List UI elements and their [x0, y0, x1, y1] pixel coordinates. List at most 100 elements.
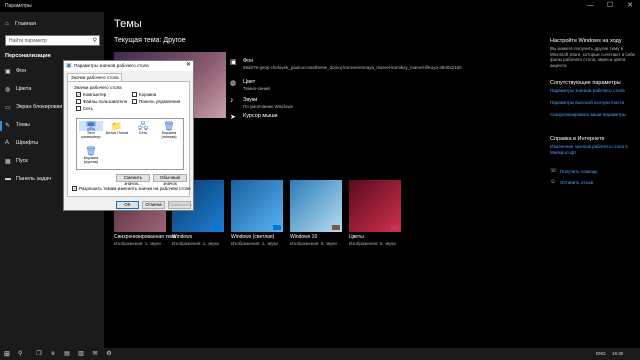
theme-tile-name: Windows 10: [290, 234, 318, 240]
minimize-button[interactable]: —: [580, 0, 600, 12]
link-sync-settings[interactable]: Синхронизировать ваши параметры: [550, 112, 636, 118]
sidebar-item-label: Пуск: [16, 158, 28, 164]
close-button[interactable]: ✕: [620, 0, 640, 12]
sidebar-item-label: Цвета: [16, 86, 32, 92]
network-icon: 🖧: [137, 121, 149, 131]
desktop-icons-dialog: ▣ Параметры значков рабочего стола ✕ Зна…: [63, 60, 194, 211]
theme-accent-swatch: [214, 225, 222, 230]
sidebar-section-title: Персонализация: [5, 53, 51, 59]
page-title: Темы: [114, 18, 142, 30]
tab-desktop-icons[interactable]: Значки рабочего стола: [67, 73, 122, 81]
cancel-button[interactable]: Отмена: [142, 201, 165, 209]
sidebar-home[interactable]: ⌂ Главная: [5, 20, 100, 30]
dialog-titlebar: ▣ Параметры значков рабочего стола ✕: [64, 61, 193, 71]
language-indicator[interactable]: ENG: [596, 351, 606, 356]
settings-icon[interactable]: ⚙: [104, 349, 114, 359]
theme-tile-sub: Изображения: 6, звуки: [349, 241, 396, 246]
theme-tile-name: Синхронизированная тема: [114, 234, 177, 240]
icon-recycle-bin-full[interactable]: 🗑 Корзина (полная): [157, 121, 181, 145]
checkbox-box[interactable]: ✓: [76, 92, 81, 97]
icon-user-folder[interactable]: 📁 Антон Попов: [105, 121, 129, 145]
link-desktop-icon-settings[interactable]: Параметры значков рабочего стола: [550, 88, 636, 94]
lock-screen-icon: ▭: [5, 105, 11, 111]
brush-icon: ✎: [5, 123, 11, 129]
computer-icon: 🖥: [79, 121, 103, 131]
checkbox-box[interactable]: ✓: [72, 186, 77, 191]
theme-prop-cursor[interactable]: ➤ Курсор мыши: [230, 113, 490, 135]
desktop-icon: ▣: [66, 63, 72, 69]
search-input[interactable]: Найти параметр ⚲: [5, 35, 100, 46]
prop-value: По умолчанию Windows: [243, 104, 293, 109]
sync-text: Вы можете получить другие тему в Microso…: [550, 46, 636, 68]
get-help-label: Получить помощь: [560, 169, 598, 174]
edge-icon[interactable]: e: [48, 349, 58, 359]
recycle-bin-icon: 🗑: [85, 146, 97, 156]
prop-title: Звуки: [243, 97, 258, 103]
image-icon: ▣: [230, 59, 237, 66]
prop-value: Темно-синий: [243, 86, 270, 91]
checkbox-label: Корзина: [139, 92, 157, 97]
sidebar-item-label: Фон: [16, 68, 27, 74]
sidebar-item-label: Панель задач: [16, 176, 52, 182]
checkbox-label: Файлы пользователя: [83, 99, 128, 104]
cursor-icon: ➤: [230, 114, 236, 121]
sidebar-item-label: Шрифты: [16, 140, 39, 146]
icon-network[interactable]: 🖧 Сеть: [131, 121, 155, 145]
link-high-contrast[interactable]: Параметры высокой контрастности: [550, 100, 636, 106]
theme-tile-name: Цветы: [349, 234, 364, 240]
start-icon: ▦: [5, 159, 11, 165]
font-icon: A: [5, 140, 10, 146]
prop-title: Фон: [243, 58, 254, 64]
checkbox-box[interactable]: [76, 99, 81, 104]
help-title: Справка в Интернете: [550, 136, 605, 142]
dialog-pane: Значки рабочего стола ✓ Компьютер Корзин…: [67, 81, 191, 197]
related-params-title: Сопутствующие параметры: [550, 80, 621, 86]
theme-tile-windows-light[interactable]: Windows (светлая) Изображения: 1, звуки: [231, 180, 283, 246]
image-icon: ▣: [5, 69, 11, 75]
store-icon[interactable]: ▥: [76, 349, 86, 359]
explorer-icon[interactable]: ▤: [62, 349, 72, 359]
clock[interactable]: 16:30: [612, 351, 623, 356]
sync-title: Настройте Windows на ходу: [550, 38, 622, 44]
link-help-desktop-icons[interactable]: Изменение значков рабочего стола в Майкр…: [550, 144, 636, 155]
theme-accent-swatch: [391, 225, 399, 230]
mail-icon[interactable]: ✉: [90, 349, 100, 359]
icon-recycle-bin-empty[interactable]: 🗑 Корзина (пустая): [79, 146, 103, 170]
maximize-button[interactable]: ☐: [600, 0, 620, 12]
icon-this-pc[interactable]: 🖥 Этот компьютер: [79, 121, 103, 145]
theme-tile-sub: Изображения: 1, звуки: [172, 241, 219, 246]
window-titlebar: Параметры — ☐ ✕: [0, 0, 640, 12]
checkbox-box[interactable]: [76, 106, 81, 111]
search-icon[interactable]: ⚲: [93, 37, 97, 44]
apply-button[interactable]: Применить: [168, 201, 192, 209]
palette-icon: ◍: [5, 87, 11, 93]
search-placeholder: Найти параметр: [9, 38, 47, 44]
icons-list: 🖥 Этот компьютер 📁 Антон Попов 🖧 Сеть 🗑 …: [76, 118, 184, 170]
sidebar-item-label: Темы: [16, 122, 30, 128]
prop-title: Цвет: [243, 79, 256, 85]
folder-icon: 📁: [111, 121, 123, 131]
theme-tile-sub: Изображения: 1, звуки: [231, 241, 278, 246]
checkbox-label: Панель управления: [139, 99, 181, 104]
sound-icon: ♪: [230, 97, 234, 104]
home-icon: ⌂: [5, 21, 9, 27]
sidebar-item-label: Экран блокировки: [16, 104, 63, 110]
checkbox-box[interactable]: [132, 99, 137, 104]
restore-default-button[interactable]: Обычный значок: [153, 174, 187, 186]
current-theme-heading: Текущая тема: Другое: [114, 37, 186, 44]
ok-button[interactable]: OK: [116, 201, 139, 209]
icon-label: Этот компьютер: [81, 131, 101, 139]
search-icon[interactable]: ⚲: [18, 350, 22, 357]
theme-tile-windows10[interactable]: Windows 10 Изображения: 5, звуки: [290, 180, 342, 246]
theme-tile-sub: Изображения: 5, звуки: [290, 241, 337, 246]
theme-tile-flowers[interactable]: Цветы Изображения: 6, звуки: [349, 180, 401, 246]
windows-start-icon[interactable]: ⊞: [4, 350, 10, 358]
theme-prop-background[interactable]: ▣ Фон 59d276-genji-chelovek_paukoccnasth…: [230, 58, 490, 80]
checkbox-box[interactable]: [132, 92, 137, 97]
dialog-title: Параметры значков рабочего стола: [74, 63, 149, 68]
task-view-icon[interactable]: ❐: [34, 349, 44, 359]
window-title: Параметры: [5, 3, 32, 9]
checkbox-label: Разрешить темам изменять значки на рабоч…: [79, 186, 191, 191]
dialog-close-icon[interactable]: ✕: [186, 61, 191, 68]
change-icon-button[interactable]: Сменить значок...: [116, 174, 150, 186]
